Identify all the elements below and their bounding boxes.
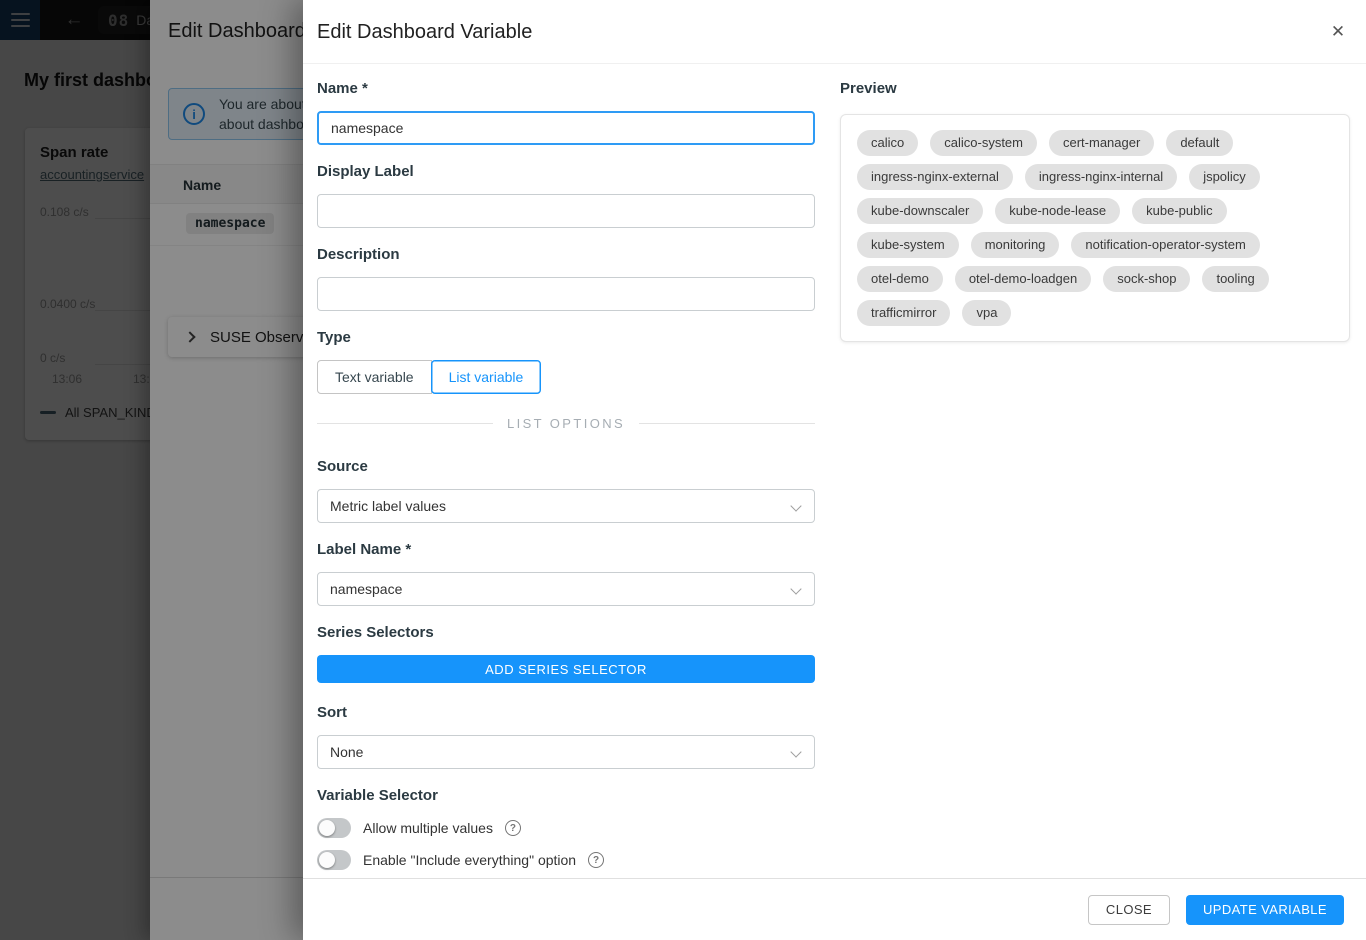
help-icon[interactable]: ? — [588, 852, 604, 868]
display-label-label: Display Label — [317, 163, 815, 181]
preview-chip-list: calico calico-system cert-manager default in… — [857, 130, 1333, 326]
preview-chip: tooling — [1202, 266, 1268, 292]
sort-select[interactable]: None — [317, 735, 815, 769]
preview-chip: otel-demo — [857, 266, 943, 292]
modal-footer: CLOSE UPDATE VARIABLE — [303, 878, 1366, 940]
toggle-label: Allow multiple values — [363, 820, 493, 836]
variable-form: Name * Display Label Description Type Te… — [317, 80, 815, 882]
screen: ← 08 Da My first dashboard Span rate acc… — [0, 0, 1366, 940]
preview-chip: trafficmirror — [857, 300, 950, 326]
preview-label: Preview — [840, 80, 1350, 98]
preview-chip: kube-public — [1132, 198, 1227, 224]
name-label: Name * — [317, 80, 815, 98]
preview-chip: cert-manager — [1049, 130, 1154, 156]
label-name-label: Label Name * — [317, 541, 815, 559]
allow-multiple-values-toggle[interactable] — [317, 818, 351, 838]
help-icon[interactable]: ? — [505, 820, 521, 836]
edit-variable-modal: Edit Dashboard Variable ✕ Name * Display… — [303, 0, 1366, 940]
close-icon: ✕ — [1331, 22, 1345, 42]
chevron-down-icon — [790, 746, 801, 757]
toggle-label: Enable "Include everything" option — [363, 852, 576, 868]
type-option-list-variable[interactable]: List variable — [431, 360, 542, 394]
preview-chip: ingress-nginx-external — [857, 164, 1013, 190]
type-label: Type — [317, 329, 815, 347]
close-modal-button[interactable]: CLOSE — [1088, 895, 1170, 925]
label-name-select[interactable]: namespace — [317, 572, 815, 606]
preview-chip: kube-node-lease — [995, 198, 1120, 224]
include-everything-row: Enable "Include everything" option ? — [317, 850, 815, 870]
allow-multiple-values-row: Allow multiple values ? — [317, 818, 815, 838]
sort-label: Sort — [317, 704, 815, 722]
preview-chip: calico-system — [930, 130, 1037, 156]
preview-chip: kube-downscaler — [857, 198, 983, 224]
preview-chip: calico — [857, 130, 918, 156]
chevron-down-icon — [790, 500, 801, 511]
source-label: Source — [317, 458, 815, 476]
sort-select-value: None — [330, 744, 363, 760]
preview-section: Preview calico calico-system cert-manager d… — [840, 80, 1350, 342]
chevron-down-icon — [790, 583, 801, 594]
update-variable-button[interactable]: UPDATE VARIABLE — [1186, 895, 1344, 925]
close-button[interactable]: ✕ — [1326, 20, 1350, 44]
label-name-select-value: namespace — [330, 581, 402, 597]
preview-chip: default — [1166, 130, 1233, 156]
source-select[interactable]: Metric label values — [317, 489, 815, 523]
display-label-input[interactable] — [317, 194, 815, 228]
preview-chip: otel-demo-loadgen — [955, 266, 1091, 292]
preview-chip: monitoring — [971, 232, 1060, 258]
variable-selector-label: Variable Selector — [317, 787, 815, 805]
modal-header: Edit Dashboard Variable ✕ — [303, 0, 1366, 64]
include-everything-toggle[interactable] — [317, 850, 351, 870]
type-segmented-control: Text variable List variable — [317, 360, 815, 394]
preview-chip: sock-shop — [1103, 266, 1190, 292]
name-input[interactable] — [317, 111, 815, 145]
preview-chip: ingress-nginx-internal — [1025, 164, 1177, 190]
preview-chip: notification-operator-system — [1071, 232, 1259, 258]
add-series-selector-button[interactable]: ADD SERIES SELECTOR — [317, 655, 815, 683]
preview-chip: kube-system — [857, 232, 959, 258]
source-select-value: Metric label values — [330, 498, 446, 514]
preview-chip: vpa — [962, 300, 1011, 326]
list-options-divider: LIST OPTIONS — [317, 416, 815, 431]
preview-chip: jspolicy — [1189, 164, 1260, 190]
description-input[interactable] — [317, 277, 815, 311]
modal-title: Edit Dashboard Variable — [317, 21, 532, 44]
series-selectors-label: Series Selectors — [317, 624, 815, 642]
description-label: Description — [317, 246, 815, 264]
type-option-text-variable[interactable]: Text variable — [317, 360, 432, 394]
preview-card: calico calico-system cert-manager default in… — [840, 114, 1350, 342]
list-options-label: LIST OPTIONS — [507, 416, 625, 431]
